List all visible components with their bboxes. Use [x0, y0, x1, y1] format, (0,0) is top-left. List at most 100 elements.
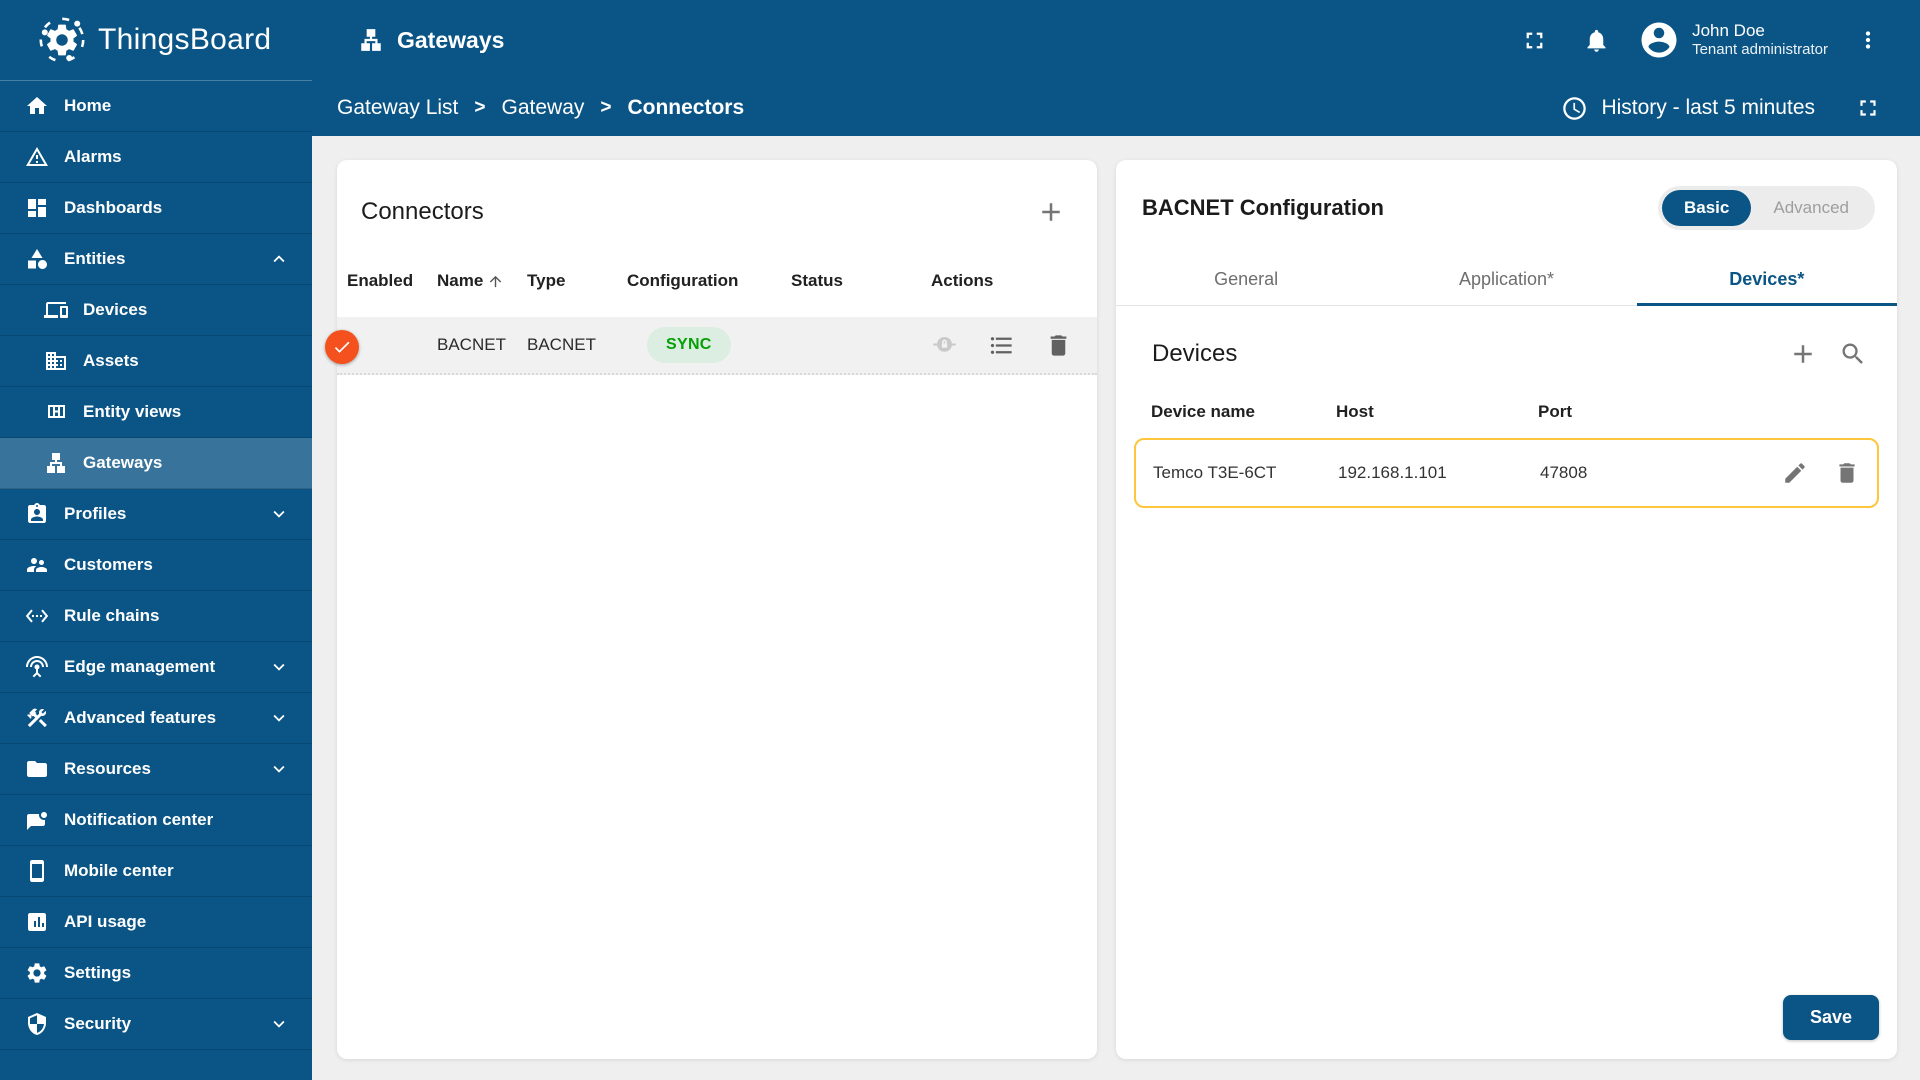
connectors-table-body: BACNET BACNET SYNC	[325, 310, 1097, 375]
connectors-column-name[interactable]: Name	[437, 271, 527, 291]
sidebar-item-label: Dashboards	[64, 198, 163, 217]
main-content: Connectors Enabled Name Type Configuration S…	[312, 136, 1920, 1080]
connector-type: BACNET	[527, 335, 596, 354]
avatar[interactable]	[1638, 19, 1680, 61]
sidebar-item-label: Settings	[64, 963, 132, 982]
sidebar-item-label: Advanced features	[64, 708, 217, 727]
breadcrumb-gateway-list[interactable]: Gateway List	[337, 96, 458, 120]
search-devices-button[interactable]	[1833, 334, 1873, 374]
config-title: BACNET Configuration	[1142, 195, 1384, 220]
configuration-chip: SYNC	[647, 327, 731, 363]
gateways-icon	[361, 29, 381, 51]
rule-chains-icon	[25, 609, 49, 623]
breadcrumb-separator: >	[600, 97, 612, 118]
connectors-column-actions[interactable]: Actions	[931, 271, 1089, 291]
fullscreen-icon	[1526, 32, 1542, 48]
chevron-down-icon	[273, 765, 285, 773]
subbar: Gateway List > Gateway > Connectors Hist…	[312, 80, 1920, 136]
check-icon	[334, 341, 350, 353]
breadcrumb-connectors: Connectors	[627, 96, 745, 119]
customers-icon	[27, 558, 47, 572]
sidebar-item-entities[interactable]: Entities	[0, 234, 312, 285]
column-label: Status	[791, 271, 843, 290]
dashboards-icon	[28, 199, 46, 217]
column-label: Type	[527, 271, 566, 290]
connectors-column-configuration[interactable]: Configuration	[627, 271, 791, 291]
sidebar-item-advanced-features[interactable]: Advanced features	[0, 693, 312, 744]
connectors-column-type[interactable]: Type	[527, 271, 627, 291]
sort-asc-icon	[490, 275, 502, 287]
sidebar-item-label: Gateways	[83, 453, 163, 472]
sidebar-item-dashboards[interactable]: Dashboards	[0, 183, 312, 234]
sidebar-item-label: Assets	[83, 351, 139, 370]
home-icon	[27, 97, 47, 114]
sidebar-item-devices[interactable]: Devices	[0, 285, 312, 336]
save-button[interactable]: Save	[1782, 995, 1879, 1040]
delete-button[interactable]	[1045, 332, 1072, 359]
tab-devices[interactable]: Devices*	[1636, 252, 1898, 306]
connector-row[interactable]: BACNET BACNET SYNC	[325, 317, 1097, 375]
topbar: ThingsBoard Gateways John Doe Tenant adm…	[0, 0, 1920, 80]
edit-device-button[interactable]	[1782, 460, 1808, 486]
mobile-center-icon	[30, 860, 44, 882]
bell-icon	[1587, 29, 1606, 52]
tab-application[interactable]: Application*	[1376, 252, 1636, 305]
sidebar-item-edge-management[interactable]: Edge management	[0, 642, 312, 693]
mode-option-basic[interactable]: Basic	[1662, 190, 1752, 226]
sidebar-item-api-usage[interactable]: API usage	[0, 897, 312, 948]
chevron-down-icon	[273, 1020, 285, 1028]
chevron-down-icon	[273, 714, 285, 722]
user-menu[interactable]: John Doe Tenant administrator	[1692, 20, 1828, 60]
page-title: Gateways	[358, 27, 504, 54]
edge-management-icon	[26, 656, 48, 678]
dashboard-fullscreen-button[interactable]	[1846, 86, 1890, 130]
sidebar-item-label: Security	[64, 1014, 132, 1033]
sidebar-item-label: Customers	[64, 555, 153, 574]
sidebar-item-profiles[interactable]: Profiles	[0, 489, 312, 540]
more-vert-icon	[1865, 31, 1871, 49]
sidebar-item-label: Resources	[64, 759, 151, 778]
sidebar-item-home[interactable]: Home	[0, 81, 312, 132]
sidebar-item-mobile-center[interactable]: Mobile center	[0, 846, 312, 897]
sidebar-item-label: Rule chains	[64, 606, 160, 625]
add-connector-button[interactable]	[1031, 192, 1071, 232]
mode-option-advanced[interactable]: Advanced	[1751, 190, 1871, 226]
sidebar-menu: Home Alarms Dashboards Entities Devices Asset…	[0, 81, 312, 1050]
fullscreen-button[interactable]	[1512, 18, 1556, 62]
rpc-button[interactable]	[931, 332, 958, 359]
notifications-button[interactable]	[1574, 18, 1618, 62]
tab-general[interactable]: General	[1116, 252, 1376, 305]
connectors-column-status[interactable]: Status	[791, 271, 931, 291]
device-row[interactable]: Temco T3E-6CT 192.168.1.101 47808	[1134, 438, 1879, 508]
connectors-panel: Connectors Enabled Name Type Configuration S…	[325, 160, 1097, 1059]
resources-icon	[27, 761, 47, 777]
add-device-button[interactable]	[1783, 334, 1823, 374]
gateways-icon	[47, 453, 65, 473]
column-label: Actions	[931, 271, 994, 290]
sidebar-item-entity-views[interactable]: Entity views	[0, 387, 312, 438]
sidebar-item-notification-center[interactable]: Notification center	[0, 795, 312, 846]
security-icon	[28, 1013, 46, 1035]
sidebar-item-assets[interactable]: Assets	[0, 336, 312, 387]
sidebar-item-resources[interactable]: Resources	[0, 744, 312, 795]
sidebar-item-settings[interactable]: Settings	[0, 948, 312, 999]
sidebar-item-customers[interactable]: Customers	[0, 540, 312, 591]
breadcrumb-gateway[interactable]: Gateway	[502, 96, 585, 120]
basic-advanced-toggle: Basic Advanced	[1658, 186, 1875, 230]
sidebar-item-gateways[interactable]: Gateways	[0, 438, 312, 489]
devices-column-port: Port	[1538, 402, 1572, 421]
connectors-title: Connectors	[361, 198, 484, 225]
connectors-column-enabled[interactable]: Enabled	[347, 271, 437, 291]
sidebar-item-alarms[interactable]: Alarms	[0, 132, 312, 183]
app-logo[interactable]: ThingsBoard	[0, 16, 312, 64]
devices-table-header: Device name Host Port	[1134, 388, 1879, 434]
sidebar-item-rule-chains[interactable]: Rule chains	[0, 591, 312, 642]
history-timewindow-button[interactable]: History - last 5 minutes	[1561, 95, 1815, 122]
chevron-up-icon	[273, 255, 285, 263]
sidebar-item-label: Entity views	[83, 402, 182, 421]
sidebar-item-security[interactable]: Security	[0, 999, 312, 1050]
more-menu-button[interactable]	[1846, 18, 1890, 62]
logs-list-button[interactable]	[988, 332, 1015, 359]
delete-device-button[interactable]	[1834, 460, 1860, 486]
user-role: Tenant administrator	[1692, 41, 1828, 59]
